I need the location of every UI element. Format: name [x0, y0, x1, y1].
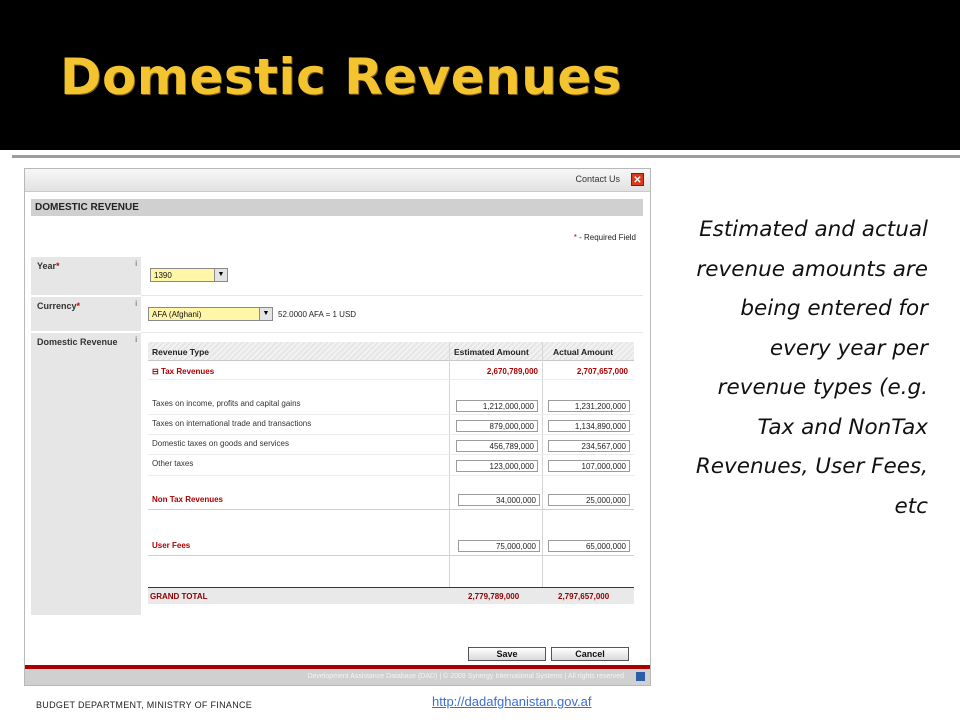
user-fees-label: User Fees [152, 541, 191, 550]
tax-row-label: Other taxes [152, 459, 194, 468]
header-revenue-type: Revenue Type [152, 347, 210, 357]
currency-label: Currency [37, 301, 77, 311]
grand-total-estimated: 2,779,789,000 [468, 592, 520, 601]
required-star: * [573, 233, 577, 242]
grand-total-label: GRAND TOTAL [150, 592, 208, 601]
section-title: DOMESTIC REVENUE [31, 199, 643, 216]
required-note-text: - Required Field [579, 233, 636, 242]
domestic-revenue-label: Domestic Revenue [37, 337, 118, 347]
cancel-button[interactable]: Cancel [551, 647, 629, 661]
table-header: Revenue Type Estimated Amount Actual Amo… [148, 342, 634, 361]
row-divider [148, 475, 634, 476]
close-icon[interactable]: ✕ [631, 173, 644, 186]
website-link[interactable]: http://dadafghanistan.gov.af [432, 694, 592, 709]
contact-us-link[interactable]: Contact Us [575, 174, 620, 184]
domestic-revenue-label-cell: Domestic Revenue i [31, 333, 141, 615]
row-divider [148, 509, 634, 510]
non-tax-revenues-label: Non Tax Revenues [152, 495, 223, 504]
estimated-amount-input[interactable]: 456,789,000 [456, 440, 538, 452]
currency-required-star: * [76, 301, 81, 311]
year-info-icon[interactable]: i [135, 259, 137, 268]
chevron-down-icon[interactable]: ▼ [214, 269, 227, 281]
currency-select-value: AFA (Afghani) [152, 310, 202, 319]
tax-row-label: Taxes on international trade and transac… [152, 419, 312, 428]
user-fees-actual-input[interactable]: 65,000,000 [548, 540, 630, 552]
footer-logo-icon [636, 672, 645, 681]
exchange-rate: 52.0000 AFA = 1 USD [278, 310, 357, 319]
row-divider [148, 434, 634, 435]
actual-amount-input[interactable]: 107,000,000 [548, 460, 630, 472]
row-divider [141, 295, 643, 296]
required-field-note: * - Required Field [574, 233, 636, 242]
app-footer: Development Assistance Database (DAD) | … [25, 669, 650, 685]
grand-total-actual: 2,797,657,000 [558, 592, 610, 601]
year-required-star: * [56, 261, 60, 271]
non-tax-estimated-input[interactable]: 34,000,000 [458, 494, 540, 506]
app-window: Contact Us ✕ DOMESTIC REVENUE * - Requir… [24, 168, 651, 686]
user-fees-estimated-input[interactable]: 75,000,000 [458, 540, 540, 552]
header-estimated-amount: Estimated Amount [454, 347, 529, 357]
column-divider [542, 342, 543, 604]
chevron-down-icon[interactable]: ▼ [259, 308, 272, 320]
domestic-revenue-info-icon[interactable]: i [135, 335, 137, 344]
actual-amount-input[interactable]: 234,567,000 [548, 440, 630, 452]
tax-row-label: Taxes on income, profits and capital gai… [152, 399, 301, 408]
collapse-icon[interactable]: ⊟ [152, 367, 159, 376]
tax-row-label: Domestic taxes on goods and services [152, 439, 289, 448]
year-label-cell: Year* i [31, 257, 141, 295]
column-divider [449, 342, 450, 604]
row-divider [148, 379, 634, 380]
actual-amount-input[interactable]: 1,231,200,000 [548, 400, 630, 412]
tax-revenues-label: Tax Revenues [160, 367, 215, 376]
row-divider [141, 332, 643, 333]
estimated-amount-input[interactable]: 123,000,000 [456, 460, 538, 472]
estimated-amount-input[interactable]: 879,000,000 [456, 420, 538, 432]
title-rule [12, 155, 960, 158]
estimated-amount-input[interactable]: 1,212,000,000 [456, 400, 538, 412]
currency-info-icon[interactable]: i [135, 299, 137, 308]
row-divider [148, 414, 634, 415]
row-divider [148, 555, 634, 556]
currency-label-cell: Currency* i [31, 297, 141, 331]
year-select[interactable]: 1390 ▼ [150, 268, 228, 282]
tax-revenues-row[interactable]: ⊟ Tax Revenues [152, 367, 214, 376]
year-label: Year [37, 261, 57, 271]
tax-estimated-total: 2,670,789,000 [486, 367, 538, 376]
department-label: BUDGET DEPARTMENT, MINISTRY OF FINANCE [36, 700, 253, 710]
year-select-value: 1390 [154, 271, 172, 280]
row-divider [148, 454, 634, 455]
actual-amount-input[interactable]: 1,134,890,000 [548, 420, 630, 432]
save-button[interactable]: Save [468, 647, 546, 661]
app-topbar: Contact Us ✕ [25, 169, 650, 192]
slide-description: Estimated and actual revenue amounts are… [695, 217, 928, 519]
slide-title: Domestic Revenues [60, 48, 622, 106]
currency-select[interactable]: AFA (Afghani) ▼ [148, 307, 273, 321]
tax-actual-total: 2,707,657,000 [576, 367, 628, 376]
header-actual-amount: Actual Amount [553, 347, 614, 357]
non-tax-actual-input[interactable]: 25,000,000 [548, 494, 630, 506]
